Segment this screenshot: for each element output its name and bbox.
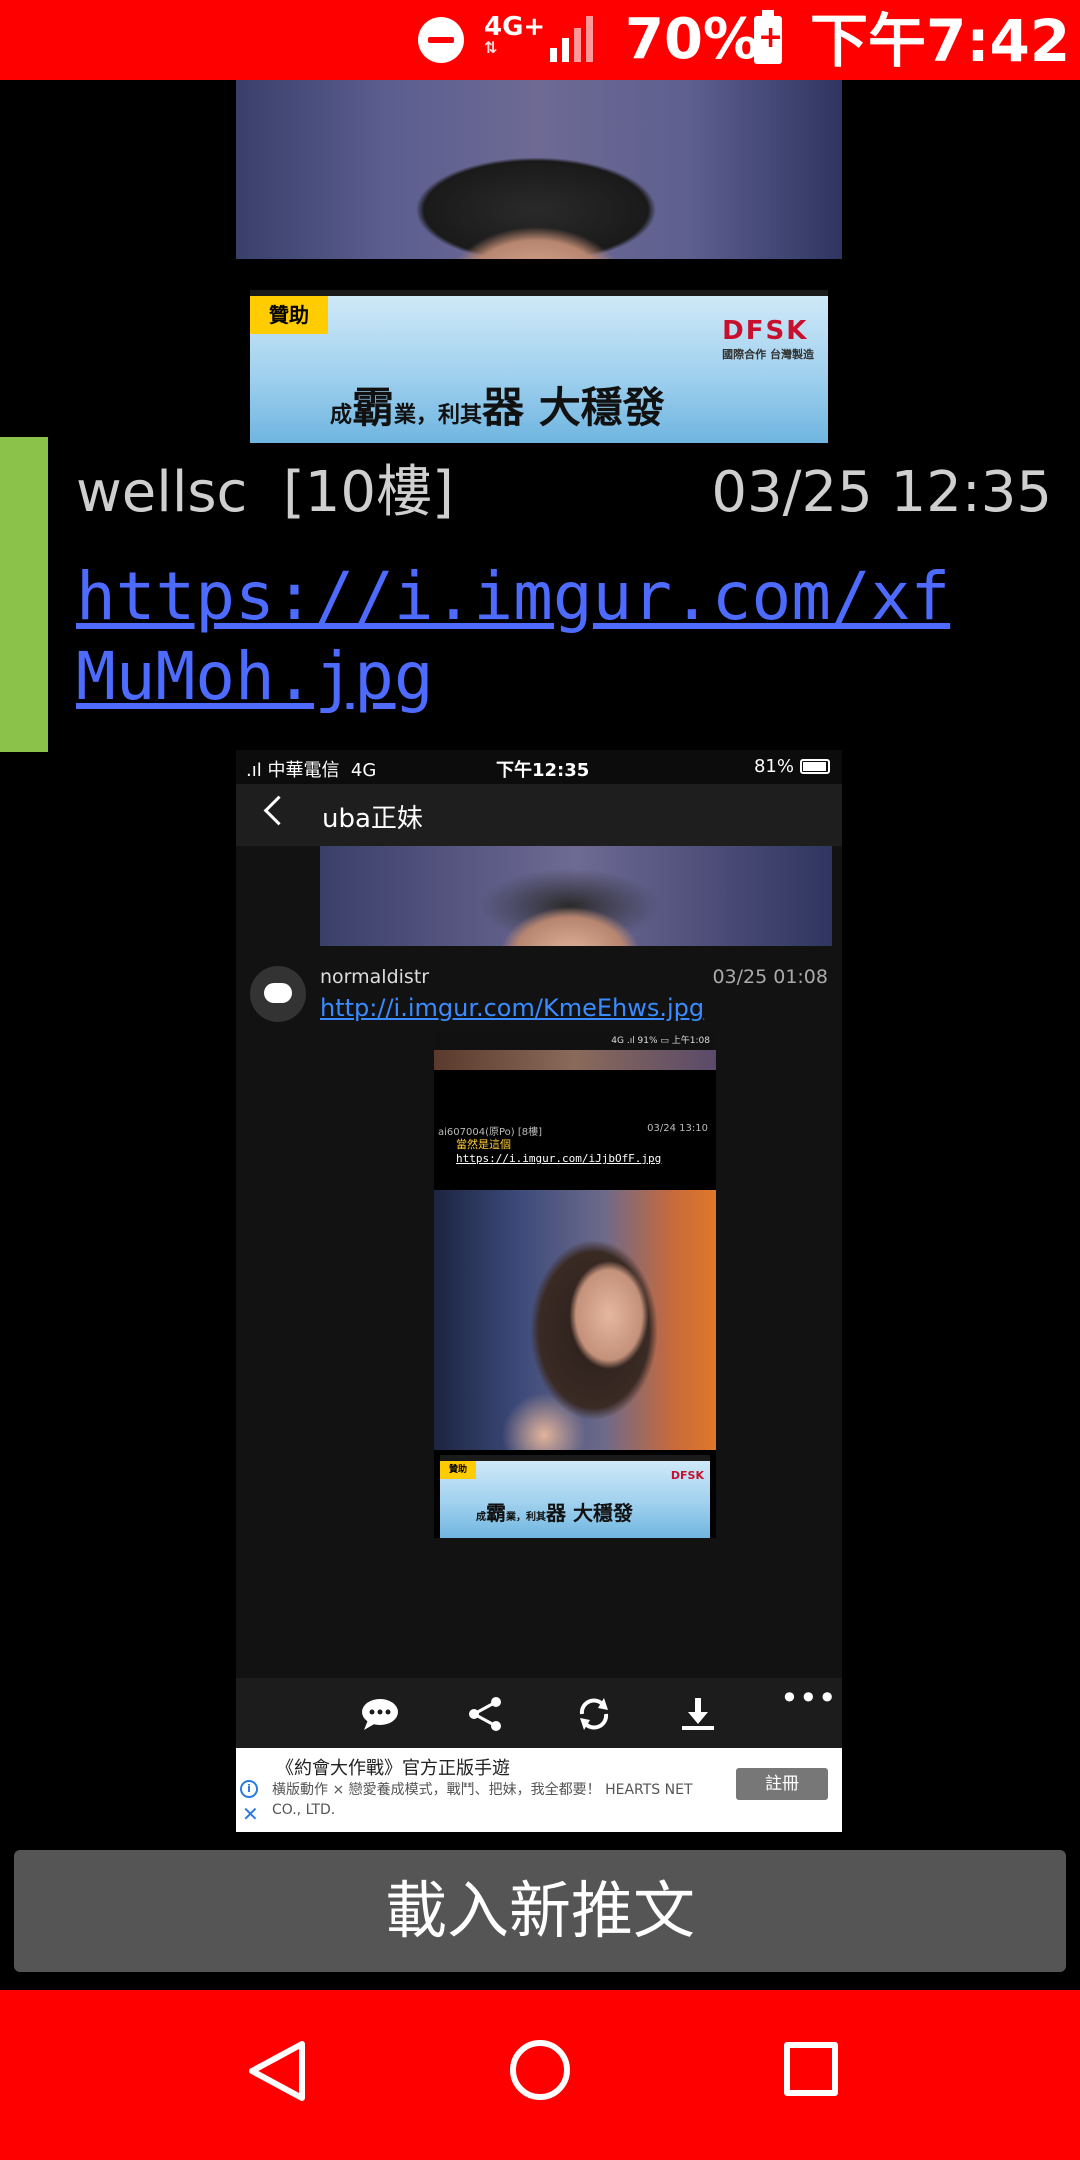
sponsor-banner[interactable]: 贊助 DFSK 國際合作 台灣製造 成霸業，利其器 大穩發: [250, 290, 828, 443]
nested-sponsor-tag: 贊助: [440, 1461, 476, 1479]
post-timestamp: 03/25 12:35: [711, 460, 1052, 525]
back-icon[interactable]: [244, 2038, 308, 2104]
post-highlight-bar: [0, 437, 48, 752]
sponsor-slogan: 成霸業，利其器 大穩發: [330, 383, 665, 432]
back-chevron-icon: [263, 795, 294, 826]
battery-charging-icon: [754, 10, 783, 64]
system-nav-bar: [0, 1990, 1080, 2160]
share-icon: [466, 1696, 506, 1732]
embedded-comment-link: http://i.imgur.com/KmeEhws.jpg: [320, 994, 705, 1022]
nested-screenshot: 4G .ıl 91% ▭ 上午1:08 ai607004(原Po) [8樓] 0…: [434, 1032, 716, 1538]
embedded-photo-crop: [320, 846, 832, 946]
embedded-comment-user: normaldistr: [320, 966, 430, 988]
post-author: wellsc [10樓]: [76, 460, 454, 525]
comment-bubble-icon: [250, 966, 306, 1022]
download-icon: [678, 1696, 718, 1732]
embedded-toolbar: •••: [236, 1678, 842, 1748]
embedded-comment-date: 03/25 01:08: [712, 966, 828, 988]
comment-icon: [360, 1696, 400, 1732]
ad-title: 《約會大作戰》官方正版手遊: [276, 1758, 510, 1779]
brand-logo: DFSK 國際合作 台灣製造: [722, 316, 814, 361]
nested-brand-logo: DFSK: [670, 1469, 704, 1482]
refresh-icon: [574, 1696, 614, 1732]
embedded-battery-percent: 81%: [753, 756, 794, 777]
embedded-screenshot[interactable]: .ıl 中華電信 4G 下午12:35 81% uba正妹 normaldist…: [236, 750, 842, 1832]
nested-status-bar: 4G .ıl 91% ▭ 上午1:08: [434, 1032, 716, 1050]
status-bar: 4G+⇅ 70% 下午7:42: [0, 0, 1080, 80]
embedded-time: 下午12:35: [496, 760, 590, 781]
signal-icon: [550, 16, 593, 62]
home-icon[interactable]: [510, 2040, 570, 2100]
embedded-carrier: .ıl 中華電信 4G: [246, 760, 377, 781]
ad-body: 橫版動作 × 戀愛養成模式，戰鬥、把妹，我全都要！ HEARTS NET CO.…: [272, 1782, 693, 1818]
clock: 下午7:42: [810, 7, 1071, 75]
nested-photo-strip: [434, 1050, 716, 1070]
ad-close-icon: ✕: [242, 1802, 259, 1826]
post-link[interactable]: https://i.imgur.com/xfMuMoh.jpg: [76, 557, 976, 717]
nested-sponsor-banner: 贊助 DFSK 成霸業，利其器 大穩發: [440, 1455, 710, 1538]
embedded-nav-title: uba正妹: [322, 804, 423, 834]
embedded-ad: 《約會大作戰》官方正版手遊 i ✕ 橫版動作 × 戀愛養成模式，戰鬥、把妹，我全…: [236, 1748, 842, 1832]
battery-percent: 70%: [625, 7, 760, 72]
do-not-disturb-icon: [418, 17, 464, 63]
ad-info-icon: i: [240, 1780, 258, 1798]
recent-apps-icon[interactable]: [784, 2042, 838, 2096]
nested-sponsor-slogan: 成霸業，利其器 大穩發: [476, 1501, 633, 1525]
nested-post-meta: ai607004(原Po) [8樓] 03/24 13:10: [438, 1123, 708, 1138]
sponsor-tag: 贊助: [250, 296, 328, 334]
nested-post-text: 當然是這個https://i.imgur.com/iJjbOfF.jpg: [456, 1138, 662, 1165]
embedded-status-bar: .ıl 中華電信 4G 下午12:35 81%: [236, 750, 842, 784]
more-icon: •••: [780, 1679, 837, 1717]
ad-register-button: 註冊: [736, 1768, 828, 1800]
nested-photo: [434, 1190, 716, 1450]
post-image-crop[interactable]: [236, 80, 842, 259]
embedded-battery-icon: [800, 759, 830, 774]
network-indicator: 4G+ ⇅: [484, 12, 546, 57]
embedded-nav-bar: uba正妹: [236, 784, 842, 846]
load-new-comments-button[interactable]: 載入新推文: [14, 1850, 1066, 1972]
